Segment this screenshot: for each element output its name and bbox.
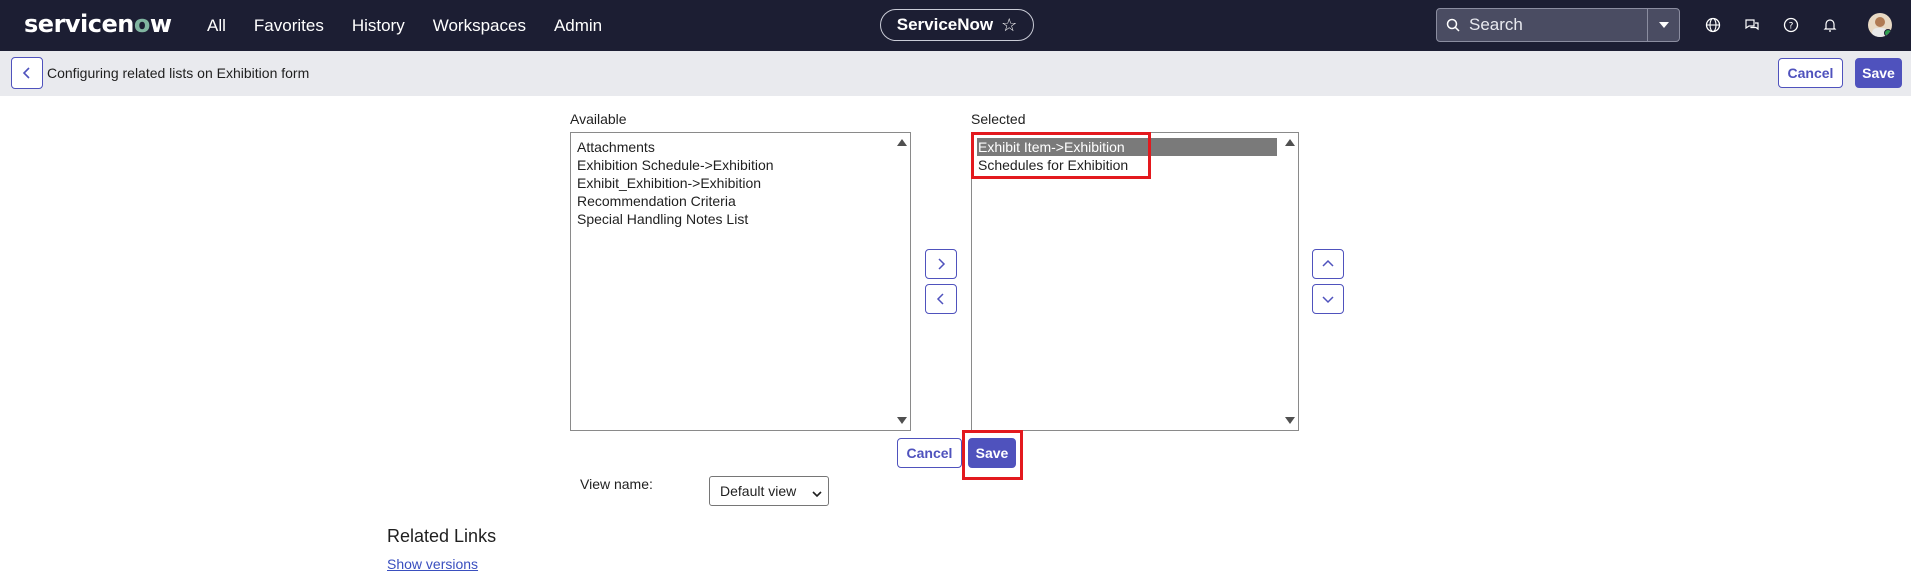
page-title: Configuring related lists on Exhibition … bbox=[47, 65, 310, 81]
list-item[interactable]: Recommendation Criteria bbox=[577, 192, 736, 210]
view-name-select[interactable]: Default view bbox=[709, 476, 829, 506]
nav-menu: All Favorites History Workspaces Admin bbox=[207, 0, 630, 51]
chat-icon[interactable] bbox=[1741, 14, 1763, 36]
scrollbar[interactable] bbox=[1281, 133, 1298, 430]
header-cancel-button[interactable]: Cancel bbox=[1778, 58, 1843, 88]
star-icon[interactable]: ☆ bbox=[1001, 15, 1017, 36]
global-search[interactable]: Search bbox=[1436, 8, 1680, 42]
header-save-button[interactable]: Save bbox=[1855, 58, 1902, 88]
view-name-value: Default view bbox=[720, 483, 797, 499]
related-links-heading: Related Links bbox=[387, 526, 497, 546]
add-to-selected-button[interactable] bbox=[925, 249, 957, 279]
back-button[interactable] bbox=[11, 57, 43, 89]
scroll-up-icon[interactable] bbox=[897, 139, 907, 146]
nav-item-history[interactable]: History bbox=[352, 16, 405, 36]
chevron-down-icon bbox=[812, 486, 822, 502]
form-header: Configuring related lists on Exhibition … bbox=[0, 51, 1911, 96]
chevron-left-icon bbox=[936, 293, 944, 305]
presence-indicator bbox=[1884, 29, 1892, 37]
chevron-left-icon bbox=[22, 67, 30, 79]
top-nav: servicenow All Favorites History Workspa… bbox=[0, 0, 1911, 51]
move-up-button[interactable] bbox=[1312, 249, 1344, 279]
nav-item-workspaces[interactable]: Workspaces bbox=[433, 16, 526, 36]
servicenow-logo[interactable]: servicenow bbox=[24, 10, 172, 38]
list-item[interactable]: Exhibition Schedule->Exhibition bbox=[577, 156, 774, 174]
svg-text:?: ? bbox=[1789, 22, 1794, 32]
scroll-down-icon[interactable] bbox=[897, 417, 907, 424]
app-scope-pill[interactable]: ServiceNow ☆ bbox=[880, 9, 1034, 41]
chevron-down-icon bbox=[1658, 22, 1669, 28]
nav-item-all[interactable]: All bbox=[207, 16, 226, 36]
scroll-up-icon[interactable] bbox=[1285, 139, 1295, 146]
globe-icon[interactable] bbox=[1702, 14, 1724, 36]
avatar[interactable] bbox=[1868, 13, 1892, 37]
scroll-down-icon[interactable] bbox=[1285, 417, 1295, 424]
search-input[interactable]: Search bbox=[1469, 15, 1647, 35]
highlight-box-selected-items bbox=[971, 132, 1151, 179]
remove-from-selected-button[interactable] bbox=[925, 284, 957, 314]
help-icon[interactable]: ? bbox=[1780, 14, 1802, 36]
move-down-button[interactable] bbox=[1312, 284, 1344, 314]
cancel-button[interactable]: Cancel bbox=[897, 438, 962, 468]
list-item[interactable]: Exhibit_Exhibition->Exhibition bbox=[577, 174, 761, 192]
nav-item-favorites[interactable]: Favorites bbox=[254, 16, 324, 36]
search-icon bbox=[1437, 18, 1469, 32]
view-name-label: View name: bbox=[580, 476, 653, 492]
chevron-down-icon bbox=[1322, 296, 1334, 304]
chevron-up-icon bbox=[1322, 259, 1334, 267]
available-list[interactable]: Attachments Exhibition Schedule->Exhibit… bbox=[570, 132, 911, 431]
highlight-box-save-button bbox=[962, 430, 1023, 480]
bell-icon[interactable] bbox=[1819, 14, 1841, 36]
chevron-right-icon bbox=[938, 258, 946, 270]
list-item[interactable]: Special Handling Notes List bbox=[577, 210, 748, 228]
show-versions-link[interactable]: Show versions bbox=[387, 556, 478, 572]
scrollbar[interactable] bbox=[893, 133, 910, 430]
list-item[interactable]: Attachments bbox=[577, 138, 655, 156]
app-scope-label: ServiceNow bbox=[896, 15, 994, 34]
available-label: Available bbox=[570, 111, 627, 127]
nav-item-admin[interactable]: Admin bbox=[554, 16, 602, 36]
search-scope-dropdown[interactable] bbox=[1647, 9, 1679, 41]
selected-label: Selected bbox=[971, 111, 1026, 127]
